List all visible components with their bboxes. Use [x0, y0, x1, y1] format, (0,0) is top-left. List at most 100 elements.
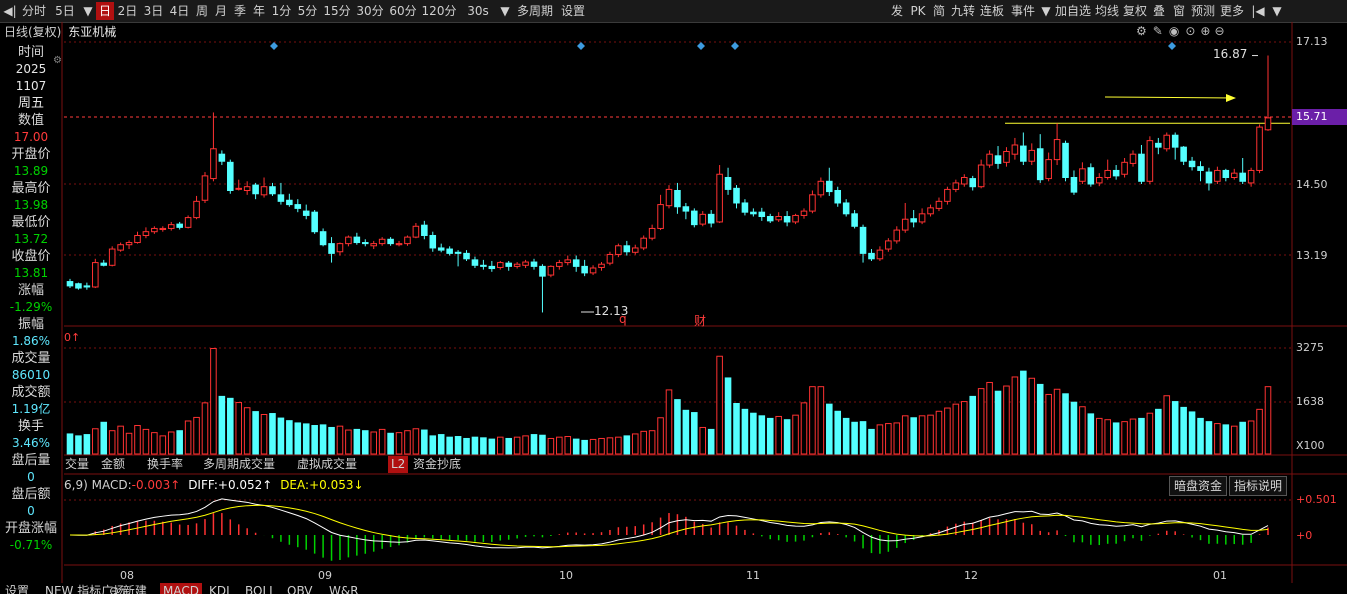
volume-tab-1[interactable]: 金额 — [98, 456, 128, 473]
candle-31 — [328, 243, 335, 254]
candle-95 — [868, 252, 875, 260]
volume-bar-82 — [758, 415, 766, 455]
candle-58 — [556, 262, 563, 267]
volume-bar-64 — [606, 437, 614, 455]
volume-bar-81 — [750, 412, 757, 455]
event-diamond-icon-3 — [731, 42, 739, 50]
volume-bar-67 — [631, 433, 639, 455]
volume-bar-51 — [496, 436, 504, 455]
volume-bar-41 — [412, 428, 420, 455]
volume-bar-94 — [859, 421, 867, 455]
volume-bar-88 — [809, 386, 816, 455]
indicator-tab-7[interactable]: W&R — [326, 583, 362, 594]
volume-bar-76 — [707, 428, 715, 455]
volume-bar-70 — [657, 417, 664, 455]
volume-tab-5[interactable]: L2 — [388, 456, 409, 473]
candle-4 — [100, 262, 108, 266]
volume-bar-110 — [994, 390, 1002, 455]
volume-bar-117 — [1053, 388, 1061, 455]
volume-bar-99 — [901, 415, 909, 455]
indicator-tab-4[interactable]: KDJ — [206, 583, 233, 594]
volume-bar-21 — [243, 407, 251, 455]
volume-bar-54 — [522, 435, 529, 455]
candle-135 — [1205, 171, 1213, 184]
candle-139 — [1239, 172, 1246, 182]
volume-bar-135 — [1205, 421, 1213, 455]
volume-tab-3[interactable]: 多周期成交量 — [200, 456, 278, 473]
candle-60 — [572, 259, 580, 267]
volume-bar-71 — [665, 389, 673, 455]
candle-134 — [1197, 166, 1204, 171]
candle-103 — [935, 200, 943, 209]
candle-140 — [1247, 169, 1255, 184]
candle-85 — [783, 216, 791, 223]
candle-126 — [1129, 153, 1137, 164]
indicator-tab-3[interactable]: MACD — [160, 583, 202, 594]
candle-129 — [1155, 142, 1162, 148]
candle-82 — [758, 211, 766, 218]
volume-bar-80 — [741, 408, 749, 455]
candlestick-chart[interactable] — [0, 0, 1347, 594]
candle-1 — [75, 283, 82, 289]
volume-tab-4[interactable]: 虚拟成交量 — [294, 456, 360, 473]
candle-137 — [1222, 169, 1230, 178]
volume-tab-2[interactable]: 换手率 — [144, 456, 186, 473]
candle-77 — [716, 173, 723, 223]
volume-tab-0[interactable]: 交量 — [62, 456, 92, 473]
macd-header: 6,9) MACD:-0.003↑ DIFF:+0.052↑ DEA:+0.05… — [64, 478, 364, 492]
candle-12 — [167, 224, 175, 229]
indicator-tab-0[interactable]: 设置 — [2, 583, 32, 594]
volume-bar-115 — [1036, 383, 1044, 455]
candle-124 — [1112, 169, 1120, 177]
candle-112 — [1011, 144, 1019, 155]
arrow-head-icon — [1226, 94, 1236, 102]
candle-29 — [311, 211, 318, 233]
candle-99 — [901, 218, 909, 231]
candle-116 — [1045, 159, 1052, 180]
event-marker-financial[interactable]: 财 — [694, 312, 706, 329]
candle-86 — [792, 214, 799, 223]
volume-bar-74 — [691, 412, 698, 455]
event-marker-q[interactable]: q — [619, 312, 627, 326]
candle-65 — [615, 245, 622, 255]
candle-73 — [682, 206, 690, 212]
candle-70 — [657, 204, 664, 229]
volume-bar-72 — [674, 399, 681, 455]
volume-bar-134 — [1197, 417, 1204, 455]
candle-22 — [252, 184, 259, 195]
candle-46 — [454, 251, 462, 254]
volume-bar-29 — [311, 425, 318, 455]
dark-pool-funds-button[interactable]: 暗盘资金 — [1169, 476, 1228, 496]
candle-107 — [969, 178, 977, 188]
candle-9 — [142, 231, 150, 236]
volume-bar-126 — [1129, 418, 1137, 455]
candle-62 — [589, 267, 597, 274]
candle-94 — [859, 226, 867, 254]
candle-25 — [277, 194, 285, 202]
volume-bar-4 — [100, 421, 108, 455]
volume-bar-86 — [792, 414, 799, 455]
indicator-tab-5[interactable]: BOLL — [242, 583, 279, 594]
volume-bar-129 — [1155, 408, 1162, 455]
volume-bar-42 — [421, 429, 428, 455]
candle-91 — [834, 190, 842, 204]
diff-label: DIFF: — [188, 478, 218, 492]
volume-tab-6[interactable]: 资金抄底 — [410, 456, 464, 473]
volume-bar-40 — [404, 430, 411, 455]
volume-bar-63 — [598, 437, 605, 455]
volume-bar-34 — [353, 428, 361, 455]
indicator-help-button[interactable]: 指标说明 — [1229, 476, 1288, 496]
volume-bar-140 — [1247, 420, 1255, 455]
candle-131 — [1171, 134, 1179, 148]
volume-bar-33 — [345, 429, 352, 455]
candle-64 — [606, 253, 614, 264]
volume-bar-57 — [547, 437, 555, 455]
indicator-tab-6[interactable]: OBV — [284, 583, 316, 594]
volume-bar-107 — [969, 395, 977, 455]
indicator-tab-2[interactable]: ⊖ 新建 — [106, 583, 150, 594]
candle-90 — [826, 180, 833, 193]
candle-78 — [724, 176, 732, 190]
volume-bar-133 — [1188, 411, 1196, 455]
candle-80 — [741, 202, 749, 213]
volume-bar-130 — [1163, 395, 1171, 455]
